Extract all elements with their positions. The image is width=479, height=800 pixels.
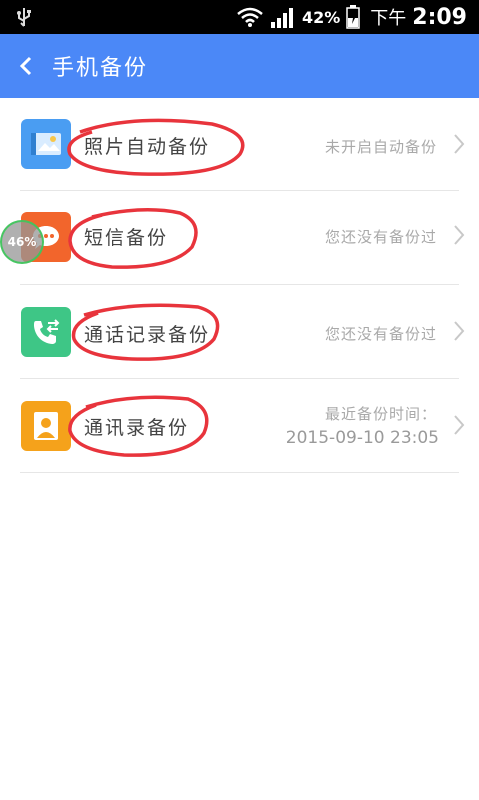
chevron-right-icon <box>454 134 465 154</box>
photo-icon <box>21 119 71 169</box>
ampm: 下午 <box>370 8 407 29</box>
app-bar: 手机备份 <box>0 34 479 98</box>
item-label: 通话记录备份 <box>84 324 211 346</box>
contact-icon <box>21 401 71 451</box>
wifi-icon <box>237 7 263 27</box>
list-item-calllog-backup[interactable]: 通话记录备份 您还没有备份过 <box>0 285 479 379</box>
item-label: 通讯录备份 <box>84 417 190 439</box>
back-button[interactable] <box>0 34 52 98</box>
list-item-sms-backup[interactable]: 短信备份 您还没有备份过 <box>0 191 479 285</box>
chevron-right-icon <box>454 415 465 435</box>
signal-icon <box>270 8 293 28</box>
list-item-contacts-backup[interactable]: 通讯录备份 最近备份时间： 2015-09-10 23:05 <box>0 379 479 473</box>
list-item-photo-backup[interactable]: 照片自动备份 未开启自动备份 <box>0 98 479 191</box>
item-status: 未开启自动备份 <box>324 138 437 156</box>
backup-list: 照片自动备份 未开启自动备份 短信备份 您还没有备份过 通话记录备份 您还没有备… <box>0 98 479 473</box>
item-label: 短信备份 <box>84 227 169 249</box>
phone-icon <box>21 307 71 357</box>
chevron-left-icon <box>19 56 32 76</box>
item-status-label: 最近备份时间： <box>324 405 437 423</box>
battery-percent: 42% <box>301 7 341 27</box>
floating-memory-badge[interactable]: 46% <box>0 220 44 264</box>
usb-icon <box>17 8 31 27</box>
status-bar: 42% 下午 2:09 <box>0 0 479 34</box>
clock: 2:09 <box>412 4 467 30</box>
item-status: 您还没有备份过 <box>324 325 437 343</box>
chevron-right-icon <box>454 321 465 341</box>
chevron-right-icon <box>454 225 465 245</box>
page-title: 手机备份 <box>52 56 149 81</box>
item-status: 您还没有备份过 <box>324 228 437 246</box>
item-label: 照片自动备份 <box>84 136 211 158</box>
battery-charging-icon <box>346 5 361 29</box>
item-status-time: 2015-09-10 23:05 <box>285 428 439 448</box>
